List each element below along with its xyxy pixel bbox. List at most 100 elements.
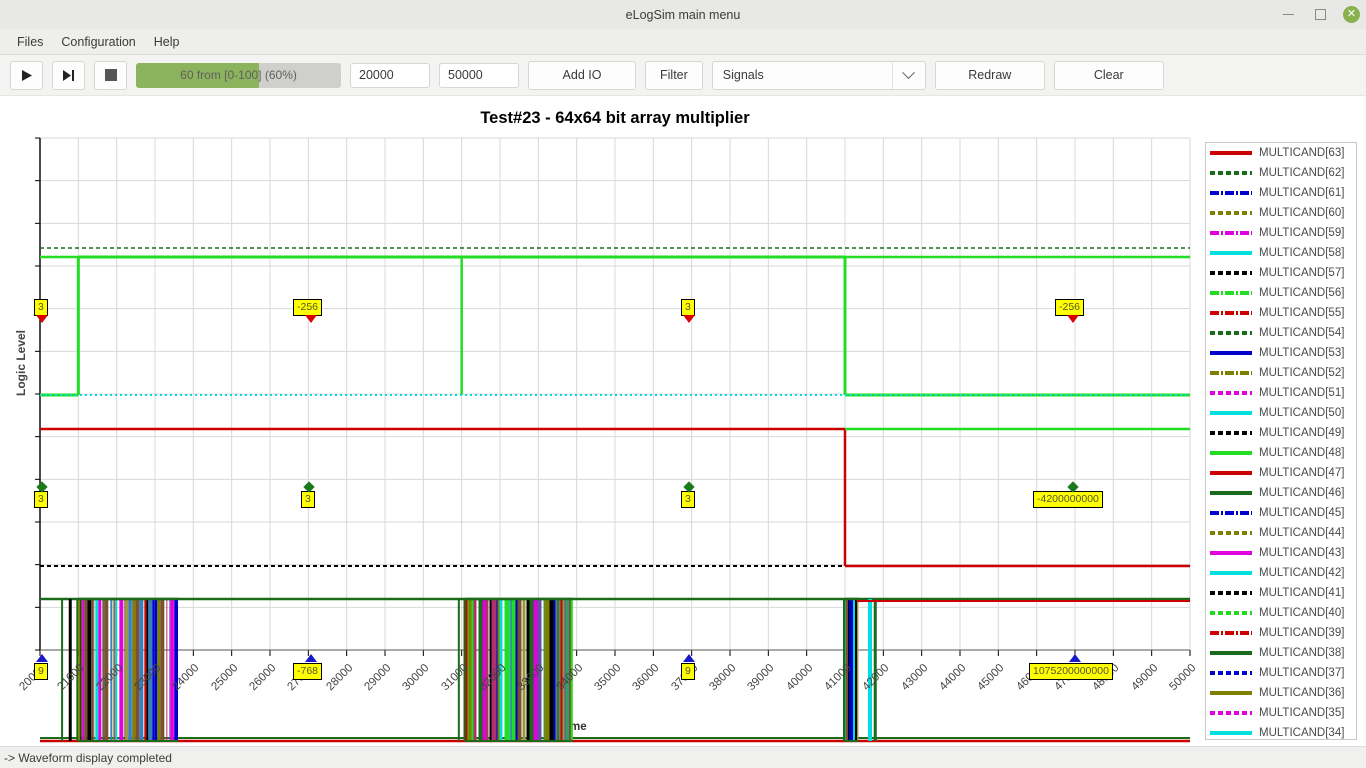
marker-pointer-up-icon [304, 654, 317, 662]
legend-item-label: MULTICAND[49] [1259, 427, 1345, 439]
value-marker-bottom[interactable]: 1075200000000 [1029, 663, 1113, 680]
legend-item[interactable]: MULTICAND[45] [1206, 503, 1356, 523]
value-marker-top[interactable]: -256 [293, 299, 323, 316]
legend-item[interactable]: MULTICAND[46] [1206, 483, 1356, 503]
minimize-icon[interactable] [1279, 6, 1297, 24]
legend-item-label: MULTICAND[46] [1259, 487, 1345, 499]
legend-item[interactable]: MULTICAND[47] [1206, 463, 1356, 483]
marker-pointer-down-icon [683, 315, 696, 323]
value-marker-bottom[interactable]: 9 [681, 663, 695, 680]
play-icon[interactable] [10, 60, 43, 90]
legend-item[interactable]: MULTICAND[41] [1206, 583, 1356, 603]
value-marker-middle[interactable]: 3 [301, 491, 315, 508]
menu-item-help[interactable]: Help [145, 32, 189, 52]
legend-item[interactable]: MULTICAND[53] [1206, 343, 1356, 363]
redraw-button[interactable]: Redraw [934, 60, 1045, 90]
legend-item[interactable]: MULTICAND[54] [1206, 323, 1356, 343]
clear-button[interactable]: Clear [1053, 60, 1164, 90]
legend-line-swatch [1210, 471, 1252, 475]
add-io-button[interactable]: Add IO [528, 60, 636, 90]
stop-icon[interactable] [94, 60, 127, 90]
legend-line-swatch [1210, 171, 1252, 175]
legend-item[interactable]: MULTICAND[48] [1206, 443, 1356, 463]
simulation-progress-bar[interactable]: 60 from [0-100] (60%) [136, 62, 341, 88]
waveform-plot-region[interactable]: Test#23 - 64x64 bit array multiplier Log… [0, 96, 1366, 746]
legend-item[interactable]: MULTICAND[57] [1206, 263, 1356, 283]
legend-item[interactable]: MULTICAND[50] [1206, 403, 1356, 423]
legend-item[interactable]: MULTICAND[60] [1206, 203, 1356, 223]
window-title: eLogSim main menu [625, 7, 741, 22]
marker-pointer-up-icon [1068, 654, 1081, 662]
toolbar: 60 from [0-100] (60%) Add IO Filter Sign… [0, 55, 1366, 96]
legend-line-swatch [1210, 671, 1252, 675]
value-marker-top[interactable]: -256 [1055, 299, 1085, 316]
legend-line-swatch [1210, 311, 1252, 315]
legend-item[interactable]: MULTICAND[42] [1206, 563, 1356, 583]
legend-item[interactable]: MULTICAND[38] [1206, 643, 1356, 663]
legend-item[interactable]: MULTICAND[55] [1206, 303, 1356, 323]
menu-item-configuration[interactable]: Configuration [52, 32, 144, 52]
legend-line-swatch [1210, 191, 1252, 195]
value-marker-middle[interactable]: 3 [681, 491, 695, 508]
legend-item-label: MULTICAND[43] [1259, 547, 1345, 559]
legend-item[interactable]: MULTICAND[44] [1206, 523, 1356, 543]
legend-item[interactable]: MULTICAND[59] [1206, 223, 1356, 243]
legend-item[interactable]: MULTICAND[37] [1206, 663, 1356, 683]
maximize-icon[interactable] [1311, 6, 1329, 24]
value-marker-top[interactable]: 3 [34, 299, 48, 316]
legend-item-label: MULTICAND[45] [1259, 507, 1345, 519]
legend-line-swatch [1210, 711, 1252, 715]
legend-item[interactable]: MULTICAND[40] [1206, 603, 1356, 623]
legend-item[interactable]: MULTICAND[51] [1206, 383, 1356, 403]
filter-button[interactable]: Filter [645, 60, 703, 90]
legend-item[interactable]: MULTICAND[61] [1206, 183, 1356, 203]
waveform-canvas [35, 137, 1191, 743]
value-marker-middle[interactable]: -4200000000 [1033, 491, 1103, 508]
legend-item[interactable]: MULTICAND[36] [1206, 683, 1356, 703]
legend-item[interactable]: MULTICAND[35] [1206, 703, 1356, 723]
legend-item-label: MULTICAND[59] [1259, 227, 1345, 239]
legend-item[interactable]: MULTICAND[34] [1206, 723, 1356, 739]
start-time-input[interactable] [350, 62, 430, 88]
legend-line-swatch [1210, 691, 1252, 695]
signals-dropdown[interactable]: Signals [711, 60, 926, 90]
legend-item[interactable]: MULTICAND[63] [1206, 143, 1356, 163]
legend-item-label: MULTICAND[36] [1259, 687, 1345, 699]
legend-item[interactable]: MULTICAND[39] [1206, 623, 1356, 643]
legend-item-label: MULTICAND[41] [1259, 587, 1345, 599]
legend-item[interactable]: MULTICAND[52] [1206, 363, 1356, 383]
legend-line-swatch [1210, 411, 1252, 415]
legend-item[interactable]: MULTICAND[49] [1206, 423, 1356, 443]
menu-bar: Files Configuration Help [0, 29, 1366, 55]
legend-item[interactable]: MULTICAND[43] [1206, 543, 1356, 563]
legend-item[interactable]: MULTICAND[56] [1206, 283, 1356, 303]
marker-pointer-up-icon [36, 654, 49, 662]
chevron-down-icon[interactable] [891, 61, 925, 89]
legend-line-swatch [1210, 211, 1252, 215]
legend-line-swatch [1210, 511, 1252, 515]
marker-pointer-up-icon [683, 654, 696, 662]
legend-line-swatch [1210, 651, 1252, 655]
value-marker-bottom[interactable]: -768 [293, 663, 323, 680]
value-marker-middle[interactable]: 3 [34, 491, 48, 508]
legend-item-label: MULTICAND[38] [1259, 647, 1345, 659]
marker-pointer-down-icon [36, 315, 49, 323]
value-marker-top[interactable]: 3 [681, 299, 695, 316]
signal-legend[interactable]: MULTICAND[63] MULTICAND[62] MULTICAND[61] M… [1205, 142, 1357, 740]
legend-item-label: MULTICAND[51] [1259, 387, 1345, 399]
legend-item[interactable]: MULTICAND[58] [1206, 243, 1356, 263]
step-forward-icon[interactable] [52, 60, 85, 90]
legend-item[interactable]: MULTICAND[62] [1206, 163, 1356, 183]
legend-item-label: MULTICAND[42] [1259, 567, 1345, 579]
close-icon[interactable]: ✕ [1343, 6, 1360, 23]
menu-item-files[interactable]: Files [8, 32, 52, 52]
legend-item-label: MULTICAND[63] [1259, 147, 1345, 159]
progress-label: 60 from [0-100] (60%) [180, 68, 297, 82]
legend-item-label: MULTICAND[60] [1259, 207, 1345, 219]
legend-line-swatch [1210, 731, 1252, 735]
legend-item-label: MULTICAND[44] [1259, 527, 1345, 539]
legend-item-label: MULTICAND[35] [1259, 707, 1345, 719]
legend-item-label: MULTICAND[47] [1259, 467, 1345, 479]
value-marker-bottom[interactable]: 9 [34, 663, 48, 680]
end-time-input[interactable] [439, 62, 519, 88]
